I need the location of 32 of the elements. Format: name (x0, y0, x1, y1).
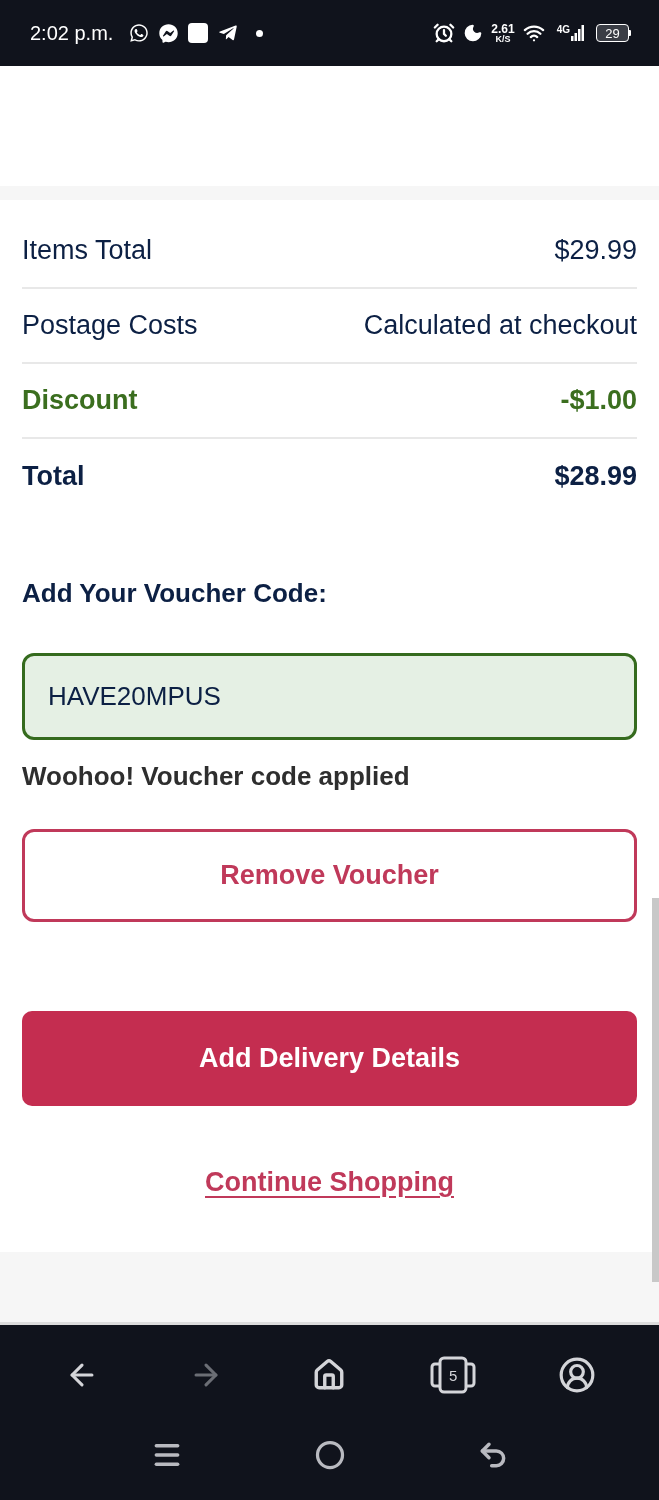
speed-unit: K/S (495, 34, 511, 44)
voucher-heading: Add Your Voucher Code: (22, 577, 328, 610)
square-icon (188, 23, 209, 43)
summary-label: Total (22, 460, 85, 494)
tabs-button[interactable]: 5 (430, 1356, 477, 1394)
home-circle-icon[interactable] (314, 1439, 345, 1470)
summary-value: Calculated at checkout (363, 309, 637, 343)
add-delivery-details-button[interactable]: Add Delivery Details (22, 1011, 637, 1106)
summary-label: Discount (22, 384, 138, 418)
summary-label: Items Total (22, 234, 153, 268)
alarm-clock-icon (433, 22, 456, 44)
account-icon (558, 1356, 597, 1394)
network-type: 4G (556, 25, 570, 35)
summary-value: $29.99 (554, 234, 637, 268)
remove-voucher-button[interactable]: Remove Voucher (22, 829, 637, 922)
voucher-code-field[interactable]: HAVE20MPUS (22, 653, 637, 740)
voucher-applied-message: Woohoo! Voucher code applied (22, 760, 411, 793)
summary-value: -$1.00 (560, 384, 637, 418)
tabs-outline-icon (430, 1356, 477, 1394)
paper-plane-icon (218, 23, 239, 43)
clock-time: 2:02 p.m. (30, 23, 114, 43)
continue-shopping-link[interactable]: Continue Shopping (205, 1165, 454, 1199)
summary-value: $28.99 (554, 460, 637, 494)
account-button[interactable] (558, 1356, 597, 1394)
phone-bubble-icon (129, 23, 150, 43)
lightning-bubble-icon (159, 23, 179, 43)
summary-label: Postage Costs (22, 309, 198, 343)
signal-icon (571, 25, 584, 41)
network-speed: 2.61 (491, 22, 515, 35)
battery-indicator: 29 (596, 24, 631, 42)
wifi-icon (522, 22, 545, 44)
moon-icon (463, 23, 484, 43)
